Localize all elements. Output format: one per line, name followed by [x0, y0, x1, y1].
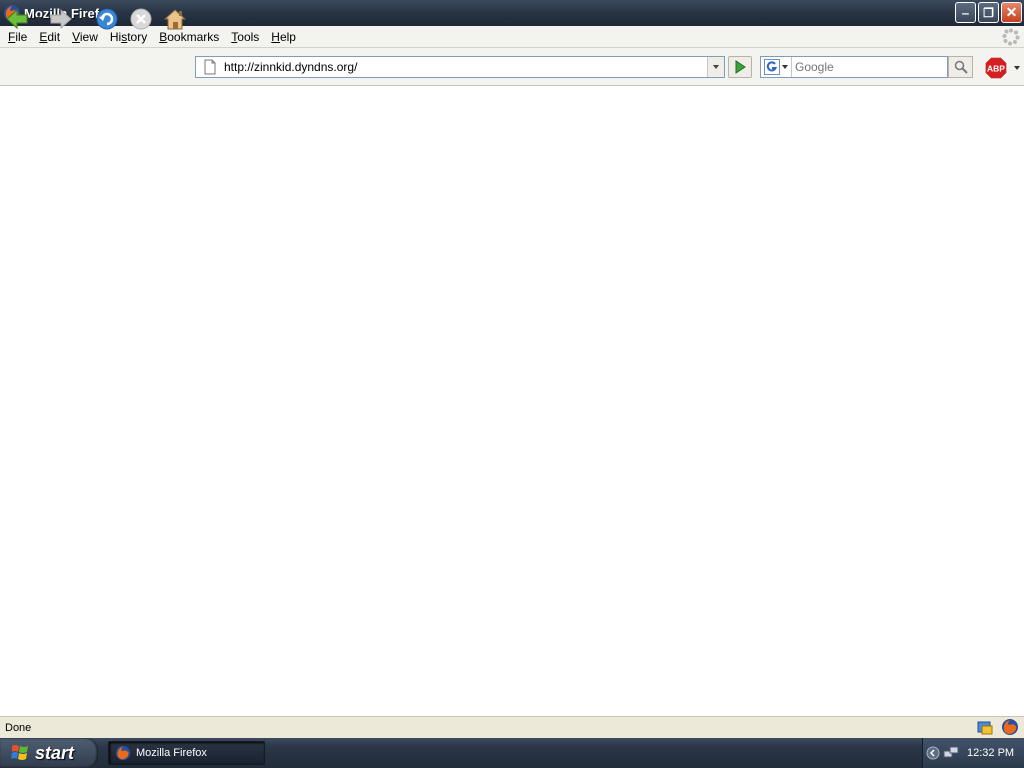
minimize-button[interactable]: ‒ — [955, 2, 976, 23]
reload-icon[interactable] — [94, 6, 120, 32]
chevron-down-icon — [713, 65, 719, 69]
clock[interactable]: 12:32 PM — [967, 747, 1014, 759]
status-bar: Done — [0, 716, 1024, 738]
forward-icon — [50, 8, 72, 30]
system-tray: 12:32 PM — [922, 738, 1024, 768]
forward-history-dropmarker-icon[interactable] — [80, 16, 88, 22]
page-content[interactable] — [0, 86, 1024, 716]
search-input[interactable] — [792, 60, 942, 74]
url-bar[interactable]: http://zinnkid.dyndns.org/ — [195, 56, 725, 78]
svg-text:ABP: ABP — [987, 64, 1005, 74]
search-button[interactable] — [948, 56, 973, 78]
home-icon[interactable] — [162, 6, 188, 32]
stop-icon — [130, 8, 152, 30]
close-button[interactable]: ✕ — [1001, 2, 1022, 23]
adblock-plus-dropmarker-icon[interactable] — [1013, 65, 1021, 71]
restore-icon: ❐ — [983, 5, 994, 20]
url-history-dropdown[interactable] — [707, 57, 724, 77]
firefox-status-icon[interactable] — [1001, 718, 1019, 736]
url-text[interactable]: http://zinnkid.dyndns.org/ — [224, 60, 707, 74]
taskbar-item-firefox[interactable]: Mozilla Firefox — [108, 741, 265, 765]
start-button[interactable]: start — [0, 738, 98, 768]
windows-logo-icon — [11, 745, 28, 760]
adblock-plus-icon[interactable]: ABP — [984, 56, 1008, 80]
menu-help-label: Help — [271, 29, 296, 44]
page-icon — [204, 59, 216, 75]
network-icon[interactable] — [943, 745, 959, 761]
go-button[interactable] — [728, 56, 752, 78]
taskbar-item-label: Mozilla Firefox — [136, 747, 207, 759]
show-hidden-icons-icon[interactable] — [926, 746, 940, 760]
extension-status-icon[interactable] — [976, 718, 994, 736]
search-engine-selector[interactable] — [761, 57, 792, 77]
search-icon — [954, 60, 968, 74]
close-icon: ✕ — [1005, 4, 1018, 20]
menu-help[interactable]: Help — [265, 26, 302, 48]
google-icon — [764, 59, 780, 75]
firefox-logo-icon — [115, 745, 131, 761]
restore-button[interactable]: ❐ — [978, 2, 999, 23]
minimize-icon: ‒ — [962, 5, 969, 20]
search-bar[interactable] — [760, 56, 948, 78]
chevron-down-icon — [782, 64, 788, 69]
throbber-icon — [1002, 28, 1020, 46]
back-icon[interactable] — [4, 6, 30, 32]
go-arrow-icon — [735, 60, 746, 74]
menu-tools[interactable]: Tools — [225, 26, 265, 48]
menu-tools-label: Tools — [231, 29, 260, 44]
start-label: start — [35, 742, 75, 763]
back-history-dropmarker-icon[interactable] — [35, 16, 43, 22]
status-text: Done — [5, 721, 32, 734]
